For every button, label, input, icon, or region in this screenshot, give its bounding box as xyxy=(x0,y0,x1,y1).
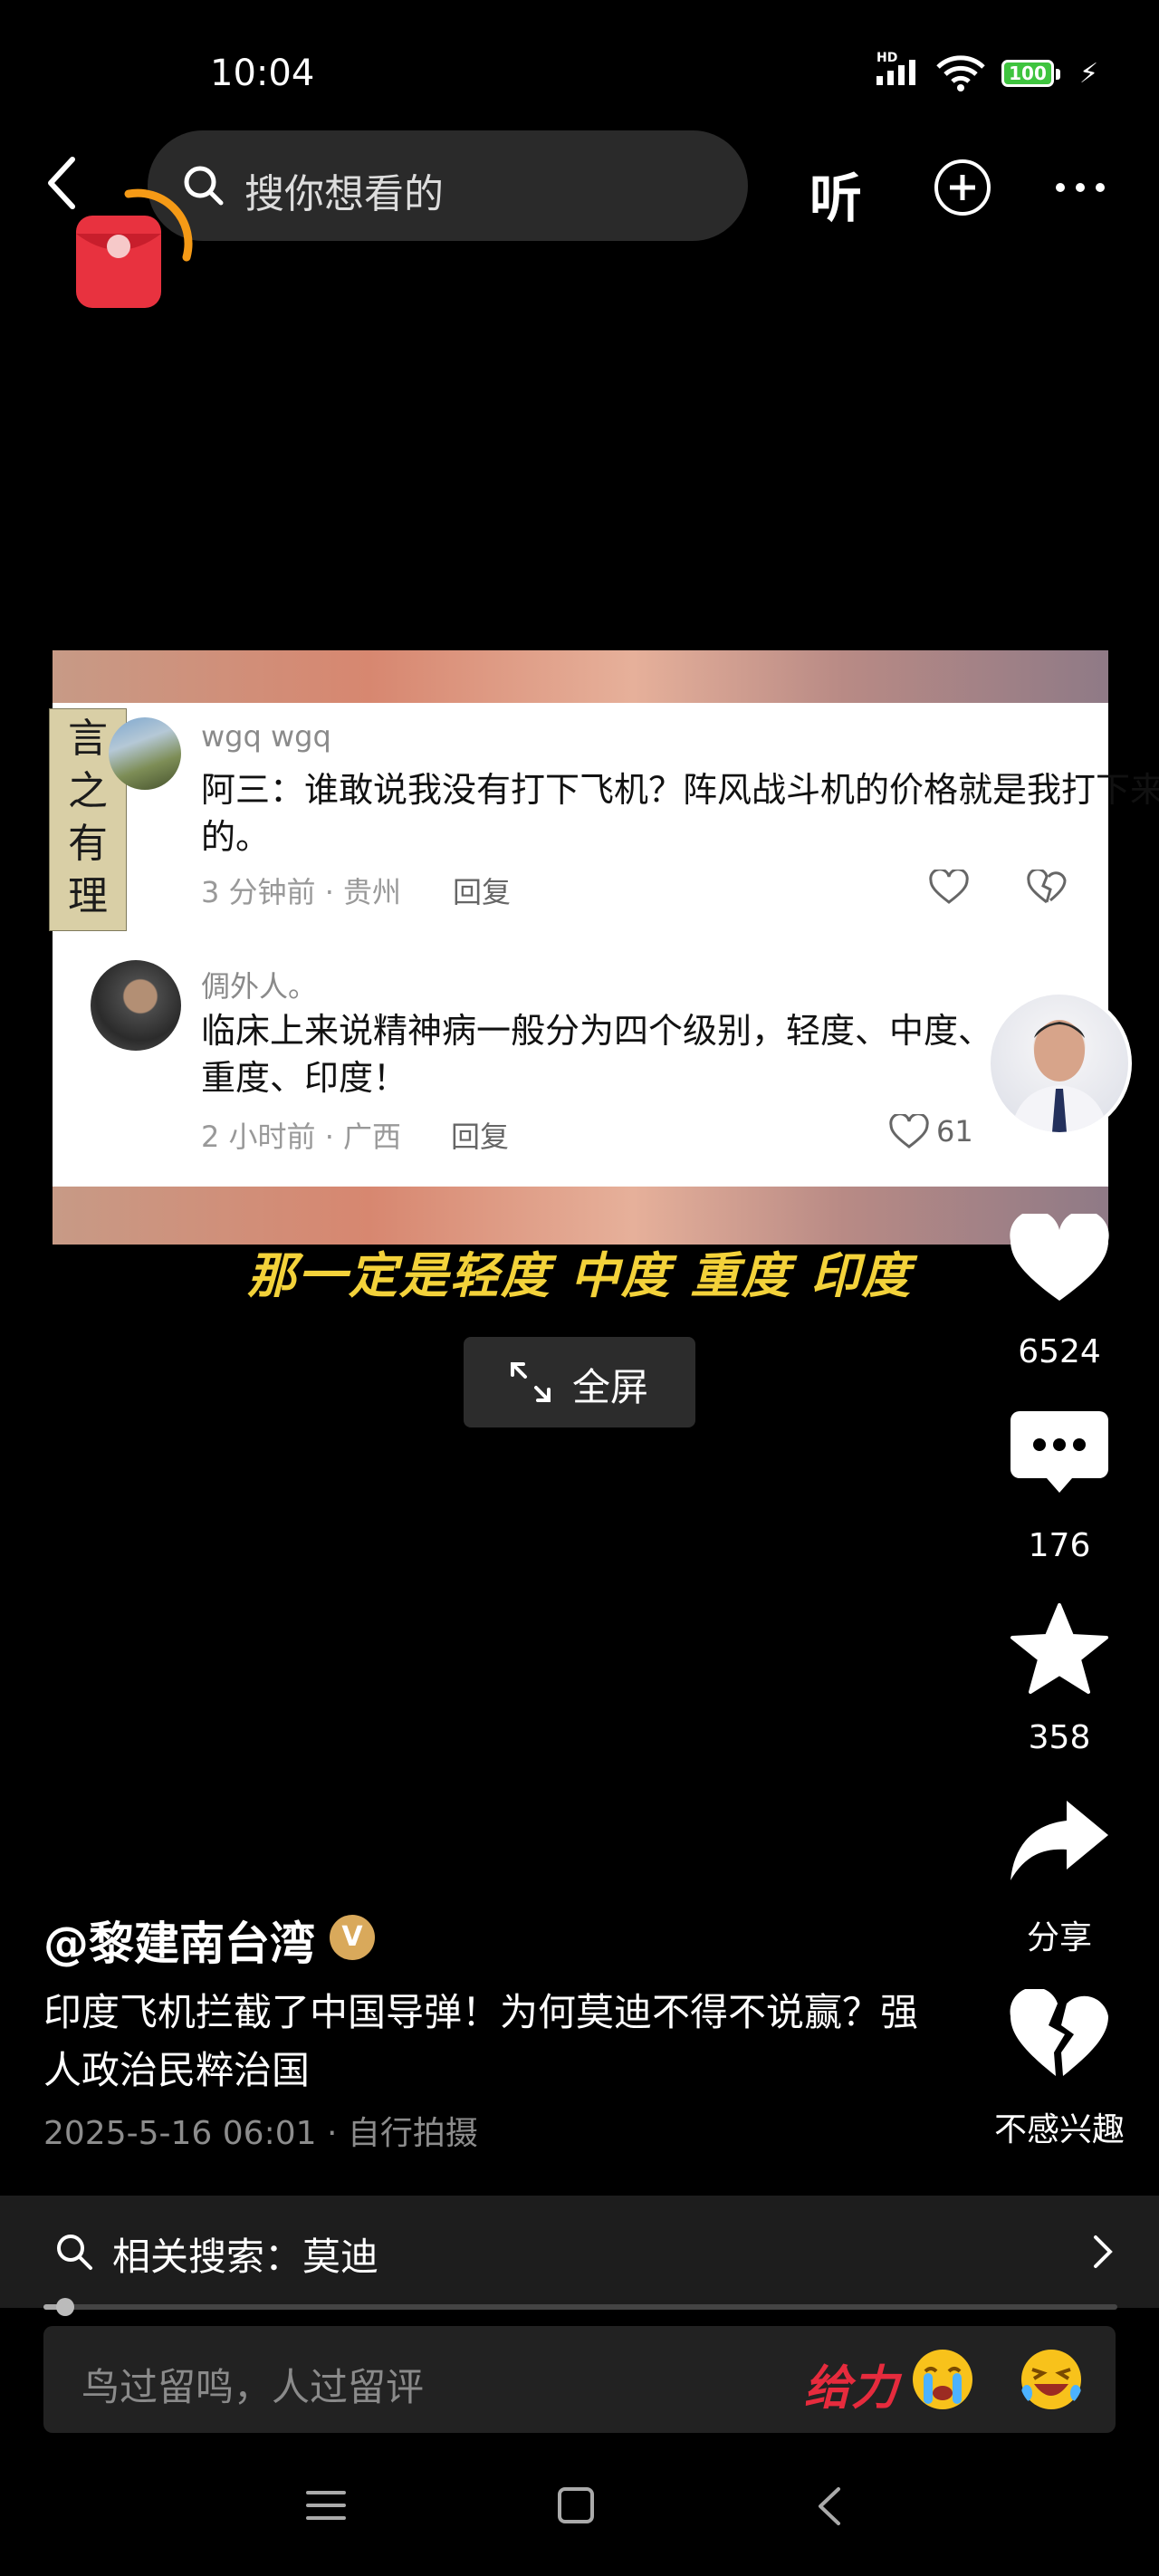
crying-emoji-icon[interactable] xyxy=(911,2348,974,2411)
expand-icon xyxy=(511,1362,551,1402)
comment-icon[interactable] xyxy=(1009,1409,1110,1500)
author-avatar[interactable] xyxy=(987,991,1132,1136)
heart-icon[interactable] xyxy=(1009,1214,1110,1304)
commenter-name: 倜外人。 xyxy=(201,969,318,1004)
comment-text: 阿三：谁敢说我没有打下飞机？阵风战斗机的价格就是我打下来的。 xyxy=(201,770,1159,857)
author-name[interactable]: @黎建南台湾 xyxy=(43,1908,315,1973)
not-interested-label[interactable]: 不感兴趣 xyxy=(987,2103,1132,2150)
search-bar[interactable] xyxy=(148,130,748,241)
share-label[interactable]: 分享 xyxy=(987,1911,1132,1958)
wifi-icon xyxy=(936,55,985,91)
status-time: 10:04 xyxy=(210,53,315,94)
heart-icon xyxy=(889,1114,929,1149)
red-packet-icon[interactable] xyxy=(71,179,197,315)
fullscreen-label[interactable]: 全屏 xyxy=(572,1357,648,1412)
comment-like-count: 61 xyxy=(936,1114,973,1149)
broken-heart-icon[interactable] xyxy=(1009,1989,1110,2080)
charging-icon: ⚡ xyxy=(1079,58,1099,90)
more-icon[interactable] xyxy=(1056,183,1105,192)
progress-handle[interactable] xyxy=(55,2298,74,2316)
commenter-avatar xyxy=(91,960,181,1051)
favorite-count: 358 xyxy=(1028,1719,1091,1756)
verified-badge: V xyxy=(330,1915,375,1960)
sticker-geili[interactable]: 给力 xyxy=(804,2350,898,2417)
signal-icon xyxy=(876,60,915,85)
comment-input[interactable]: 鸟过留鸣，人过留评 xyxy=(81,2357,424,2412)
search-icon xyxy=(57,2235,92,2270)
share-icon[interactable] xyxy=(1009,1797,1110,1888)
battery-cap xyxy=(1056,69,1060,80)
comment-reply: 回复 xyxy=(453,875,512,909)
progress-track[interactable] xyxy=(43,2304,1117,2310)
comment-reply: 回复 xyxy=(451,1120,510,1154)
add-icon[interactable] xyxy=(934,159,991,216)
post-meta: 2025-5-16 06:01 · 自行拍摄 xyxy=(43,2115,478,2152)
listen-button[interactable]: 听 xyxy=(809,156,862,232)
menu-icon[interactable] xyxy=(304,2487,348,2523)
like-count: 6524 xyxy=(1018,1333,1101,1370)
back-nav-icon[interactable] xyxy=(815,2485,842,2527)
comment-meta: 3 分钟前 · 贵州 xyxy=(201,875,402,909)
star-icon[interactable] xyxy=(1009,1603,1110,1694)
video-subtitle: 那一定是轻度 中度 重度 印度 xyxy=(246,1247,913,1304)
related-search-label[interactable]: 相关搜索：莫迪 xyxy=(112,2226,378,2282)
home-icon[interactable] xyxy=(556,2485,596,2525)
comment-meta: 2 小时前 · 广西 xyxy=(201,1120,402,1154)
commenter-avatar xyxy=(109,717,181,790)
heart-icon xyxy=(929,870,969,904)
search-placeholder[interactable]: 搜你想看的 xyxy=(244,161,444,219)
battery-indicator: 100 xyxy=(1001,60,1054,87)
laughing-emoji-icon[interactable] xyxy=(1020,2348,1083,2411)
post-description[interactable]: 印度飞机拦截了中国导弹！为何莫迪不得不说赢？强人政治民粹治国 xyxy=(43,1984,931,2100)
chevron-right-icon[interactable] xyxy=(1092,2234,1114,2270)
commenter-name: wgq wgq xyxy=(201,719,331,754)
broken-heart-icon xyxy=(1027,870,1067,904)
comment-count: 176 xyxy=(1028,1527,1091,1564)
comment-text: 临床上来说精神病一般分为四个级别，轻度、中度、重度、印度！ xyxy=(201,1011,993,1098)
